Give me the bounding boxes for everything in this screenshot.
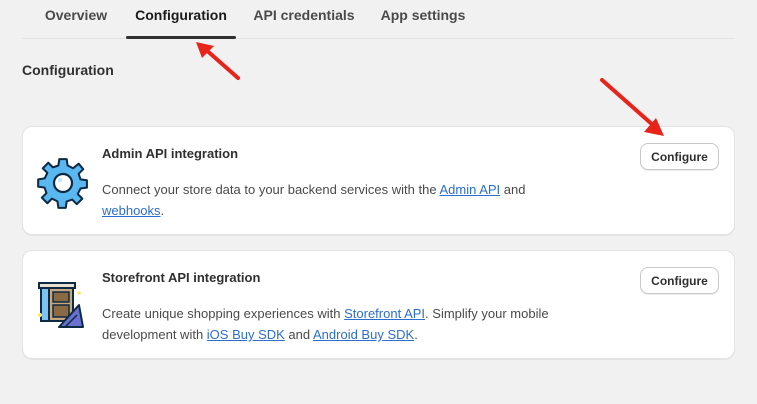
gear-icon bbox=[35, 155, 91, 211]
storefront-icon bbox=[35, 279, 91, 335]
admin-api-link[interactable]: Admin API bbox=[439, 182, 500, 197]
storefront-api-title: Storefront API integration bbox=[102, 270, 261, 285]
active-tab-indicator bbox=[126, 36, 236, 39]
tab-configuration-label: Configuration bbox=[135, 7, 227, 23]
admin-api-card: Admin API integration Connect your store… bbox=[22, 126, 735, 235]
storefront-desc-text: Create unique shopping experiences with bbox=[102, 306, 345, 321]
storefront-api-description: Create unique shopping experiences with … bbox=[102, 303, 572, 345]
tab-api-credentials-label: API credentials bbox=[253, 7, 355, 23]
webhooks-link[interactable]: webhooks bbox=[102, 203, 161, 218]
admin-api-desc-and: and bbox=[500, 182, 526, 197]
storefront-api-link[interactable]: Storefront API bbox=[344, 306, 425, 321]
storefront-desc-and: and bbox=[284, 327, 314, 342]
android-buy-sdk-link[interactable]: Android Buy SDK bbox=[313, 327, 414, 342]
ios-buy-sdk-link[interactable]: iOS Buy SDK bbox=[207, 327, 285, 342]
admin-api-desc-end: . bbox=[160, 203, 165, 218]
tab-bar: Overview Configuration API credentials A… bbox=[22, 0, 735, 39]
storefront-api-card: Storefront API integration Create unique… bbox=[22, 250, 735, 359]
app-configuration-page: Overview Configuration API credentials A… bbox=[0, 0, 757, 404]
admin-api-description: Connect your store data to your backend … bbox=[102, 179, 572, 221]
tab-api-credentials[interactable]: API credentials bbox=[244, 0, 364, 38]
tab-overview[interactable]: Overview bbox=[32, 0, 120, 38]
section-title: Configuration bbox=[22, 62, 114, 78]
tab-app-settings[interactable]: App settings bbox=[372, 0, 474, 38]
storefront-api-configure-button[interactable]: Configure bbox=[640, 267, 719, 294]
annotation-arrow-tab bbox=[196, 42, 240, 80]
admin-api-desc-text: Connect your store data to your backend … bbox=[102, 182, 440, 197]
tab-app-settings-label: App settings bbox=[380, 7, 466, 23]
storefront-desc-end: . bbox=[414, 327, 418, 342]
tab-overview-label: Overview bbox=[44, 7, 108, 23]
admin-api-title: Admin API integration bbox=[102, 146, 239, 161]
tab-configuration[interactable]: Configuration bbox=[126, 0, 236, 39]
admin-api-configure-button[interactable]: Configure bbox=[640, 143, 719, 170]
